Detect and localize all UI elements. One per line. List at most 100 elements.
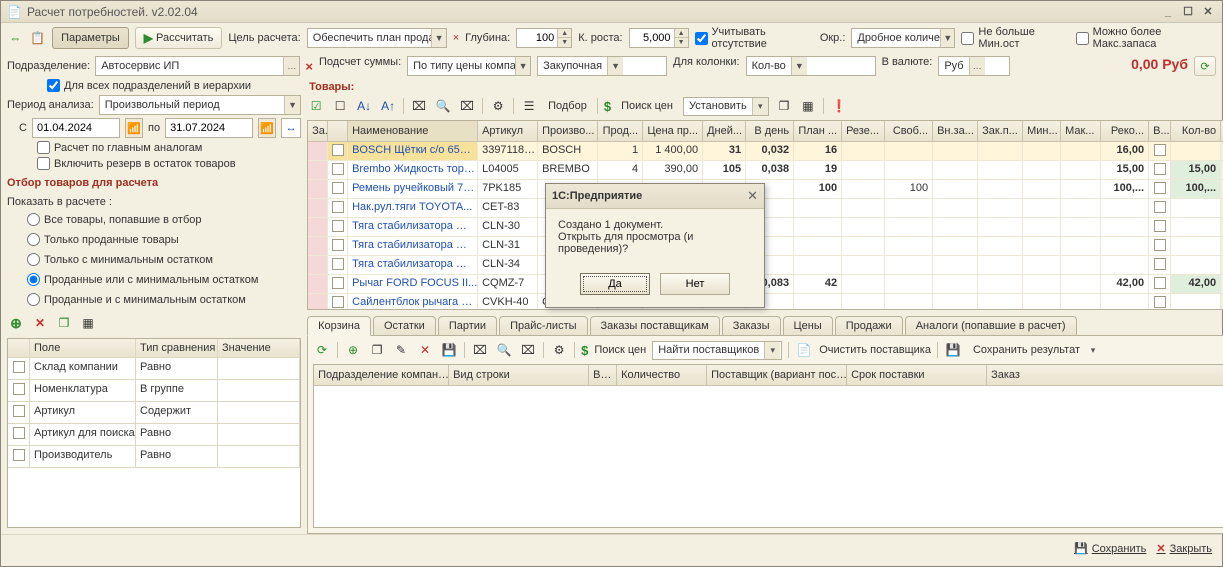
clear-sup-icon[interactable]: 📄 (795, 341, 813, 359)
tab-analogs[interactable]: Аналоги (попавшие в расчет) (905, 316, 1077, 336)
table-row[interactable]: Brembo Жидкость тор… L04005 BREMBO 4 390… (308, 161, 1223, 180)
copy-row-icon[interactable]: ❐ (368, 341, 386, 359)
chevron-down-icon[interactable]: ▼ (515, 57, 530, 75)
radio-sold-and-min[interactable]: Проданные и с минимальным остатком (7, 291, 301, 308)
find-suppliers-select[interactable]: Найти поставщиков▾ (652, 341, 782, 360)
tab-basket[interactable]: Корзина (307, 316, 371, 336)
depth-input[interactable] (517, 29, 557, 47)
table-row[interactable]: Тяга стабилизатора … CLN-34 (308, 256, 1223, 275)
tab-pricelists[interactable]: Прайс-листы (499, 316, 587, 336)
edit-icon[interactable]: ✎ (392, 341, 410, 359)
col-max[interactable]: Мак... (1061, 121, 1101, 141)
row-checkbox[interactable] (13, 427, 25, 439)
col-res[interactable]: Резе... (842, 121, 885, 141)
sort-desc-icon[interactable]: A↑ (379, 97, 397, 115)
table-row[interactable]: BOSCH Щётки с/о 65… 3397118… BOSCH 1 1 4… (308, 142, 1223, 161)
row-checkbox[interactable] (332, 296, 344, 308)
check-all-icon[interactable]: ☑ (307, 97, 325, 115)
cell-check[interactable] (1154, 258, 1166, 270)
filter-grid[interactable]: Поле Тип сравнения Значение Склад компан… (7, 338, 301, 528)
price-type-select[interactable]: По типу цены компа▼ (407, 56, 531, 76)
filter-off-icon[interactable]: ⌧ (458, 97, 476, 115)
add-row-icon[interactable]: ⊕ (344, 341, 362, 359)
depth-spinner[interactable]: ▲▼ (516, 28, 572, 48)
filter-icon[interactable]: ⌧ (471, 341, 489, 359)
cell-check[interactable] (1154, 201, 1166, 213)
list-icon[interactable]: ☰ (520, 97, 538, 115)
row-checkbox[interactable] (332, 144, 344, 156)
allow-more-max-checkbox[interactable]: Можно более Макс.запаса (1076, 26, 1216, 50)
row-checkbox[interactable] (332, 258, 344, 270)
chevron-down-icon[interactable]: ▼ (607, 57, 623, 75)
paste-icon[interactable]: ▦ (79, 314, 97, 332)
col-price[interactable]: Цена пр... (643, 121, 703, 141)
sort-asc-icon[interactable]: A↓ (355, 97, 373, 115)
delete-icon[interactable]: ✕ (31, 314, 49, 332)
refresh-button[interactable]: ⟳ (1194, 56, 1216, 76)
col-prod[interactable]: Произво... (538, 121, 598, 141)
down-icon[interactable]: ▼ (558, 38, 571, 47)
include-reserve-checkbox[interactable]: Включить резерв в остаток товаров (7, 157, 301, 170)
help-icon[interactable]: ❗ (830, 97, 848, 115)
bcol-supplier[interactable]: Поставщик (вариант пос… (707, 365, 847, 385)
export-icon[interactable]: ▦ (799, 97, 817, 115)
close-dialog-button[interactable]: ✕ (747, 188, 758, 204)
settings-icon[interactable]: ⚙ (550, 341, 568, 359)
for-col-select[interactable]: Кол-во▼ (746, 56, 876, 76)
copy-rows-icon[interactable]: ❐ (775, 97, 793, 115)
cell-check[interactable] (1154, 220, 1166, 232)
row-checkbox[interactable] (332, 277, 344, 289)
params-button[interactable]: Параметры (52, 27, 129, 49)
chevron-down-icon[interactable]: ▼ (284, 96, 300, 114)
table-row[interactable]: Ремень ручейковый 7… 7PK185 100 100 100,… (308, 180, 1223, 199)
filter-row[interactable]: Артикул Содержит (8, 402, 300, 424)
minimize-button[interactable]: _ (1160, 5, 1176, 19)
cell-check[interactable] (1154, 239, 1166, 251)
row-checkbox[interactable] (332, 239, 344, 251)
goal-select[interactable]: Обеспечить план продаж▼ (307, 28, 447, 48)
chevron-down-icon[interactable]: ▼ (431, 29, 445, 47)
clipboard-icon[interactable]: 📋 (30, 29, 47, 47)
cell-check[interactable] (1154, 163, 1166, 175)
chevron-down-icon[interactable]: ▾ (1085, 341, 1101, 360)
goods-grid[interactable]: За... Наименование Артикул Произво... Пр… (307, 120, 1223, 310)
copy-icon[interactable]: ❐ (55, 314, 73, 332)
clear-goal-icon[interactable]: × (453, 32, 459, 44)
round-select[interactable]: Дробное количес▼ (851, 28, 955, 48)
cell-check[interactable] (1154, 144, 1166, 156)
tab-stock[interactable]: Остатки (373, 316, 436, 336)
refresh-icon[interactable]: ⟳ (313, 341, 331, 359)
filter-off-icon[interactable]: ⌧ (519, 341, 537, 359)
table-row[interactable]: Рычаг FORD FOCUS II... CQMZ-7 0,083 42 4… (308, 275, 1223, 294)
col-rec[interactable]: Реко... (1101, 121, 1149, 141)
tab-sup-orders[interactable]: Заказы поставщикам (590, 316, 720, 336)
filter-row[interactable]: Артикул для поиска Равно (8, 424, 300, 446)
add-icon[interactable]: ⊕ (7, 314, 25, 332)
row-checkbox[interactable] (13, 449, 25, 461)
tab-prices[interactable]: Цены (783, 316, 833, 336)
col-min[interactable]: Мин... (1023, 121, 1061, 141)
bcol-order[interactable]: Заказ (987, 365, 1223, 385)
row-checkbox[interactable] (332, 163, 344, 175)
basket-grid[interactable]: Подразделение компан… Вид строки В… Коли… (313, 364, 1223, 529)
bcol-line[interactable]: Вид строки (449, 365, 589, 385)
row-checkbox[interactable] (332, 220, 344, 232)
col-sold[interactable]: Прод... (598, 121, 643, 141)
yes-button[interactable]: Да (580, 273, 650, 295)
table-row[interactable]: Тяга стабилизатора … CLN-30 (308, 218, 1223, 237)
cell-check[interactable] (1154, 277, 1166, 289)
col-za[interactable]: За... (308, 121, 328, 141)
collapse-icon[interactable]: ⇔ (7, 29, 24, 47)
col-perday[interactable]: В день (746, 121, 794, 141)
row-checkbox[interactable] (13, 405, 25, 417)
maximize-button[interactable]: ☐ (1180, 5, 1196, 19)
settings-icon[interactable]: ⚙ (489, 97, 507, 115)
table-row[interactable]: Тяга стабилизатора … CLN-31 (308, 237, 1223, 256)
no-button[interactable]: Нет (660, 273, 730, 295)
currency-select[interactable]: Руб… (938, 56, 1010, 76)
set-select[interactable]: Установить▾ (683, 97, 769, 116)
col-qty[interactable]: Кол-во (1171, 121, 1221, 141)
division-select[interactable]: Автосервис ИП … (95, 56, 300, 76)
period-select[interactable]: Произвольный период▼ (99, 95, 301, 115)
radio-sold-or-min[interactable]: Проданные или с минимальным остатком (7, 271, 301, 288)
